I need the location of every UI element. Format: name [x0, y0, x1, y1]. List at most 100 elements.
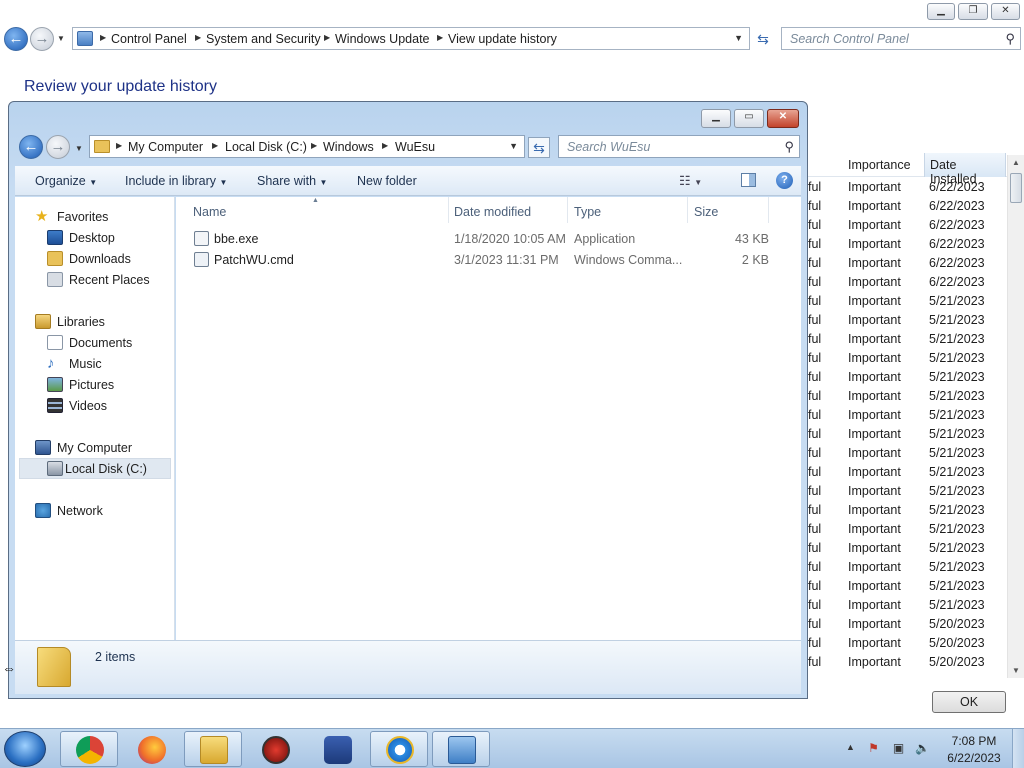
column-header-name[interactable]: Name [193, 205, 226, 219]
recent-pages-dropdown-icon[interactable]: ▼ [75, 144, 83, 153]
taskbar-app-red[interactable] [246, 731, 304, 767]
search-icon[interactable]: ⚲ [1005, 31, 1015, 47]
breadcrumb-windows[interactable]: Windows [323, 140, 374, 154]
refresh-icon[interactable]: ⇆ [528, 137, 550, 158]
taskbar-firefox[interactable] [122, 731, 180, 767]
column-header-date-modified[interactable]: Date modified [454, 205, 531, 219]
back-button[interactable]: ← [4, 27, 28, 51]
breadcrumb-view-update-history[interactable]: View update history [448, 32, 557, 46]
table-row[interactable]: ful Important 5/21/2023 [806, 311, 1006, 330]
address-dropdown-icon[interactable]: ▼ [509, 141, 518, 151]
search-icon[interactable]: ⚲ [784, 139, 794, 155]
breadcrumb-windows-update[interactable]: Windows Update [335, 32, 430, 46]
column-divider[interactable] [768, 197, 769, 223]
vertical-scrollbar[interactable]: ▲ ▼ [1007, 155, 1024, 678]
show-hidden-icons-icon[interactable]: ▲ [846, 742, 855, 752]
table-row[interactable]: ful Important 5/21/2023 [806, 463, 1006, 482]
search-input[interactable]: Search Control Panel ⚲ [781, 27, 1021, 50]
preview-pane-icon[interactable] [741, 173, 756, 187]
nav-music[interactable]: ♪ Music [47, 354, 174, 374]
nav-pictures[interactable]: Pictures [47, 375, 174, 395]
table-row[interactable]: ful Important 5/21/2023 [806, 577, 1006, 596]
maximize-button[interactable]: ▭ [734, 109, 764, 128]
action-center-flag-icon[interactable]: ⚑ [866, 741, 881, 756]
breadcrumb-separator-icon[interactable]: ▶ [100, 33, 106, 42]
address-bar[interactable]: ▶ My Computer ▶ Local Disk (C:) ▶ Window… [89, 135, 525, 158]
table-row[interactable]: ful Important 5/20/2023 [806, 615, 1006, 634]
close-button[interactable]: ✕ [767, 109, 799, 128]
table-row[interactable]: ful Important 5/21/2023 [806, 482, 1006, 501]
table-row[interactable]: ful Important 5/21/2023 [806, 425, 1006, 444]
back-button[interactable]: ← [19, 135, 43, 159]
table-row[interactable]: ful Important 6/22/2023 [806, 254, 1006, 273]
share-with-menu[interactable]: Share with ▼ [257, 174, 327, 188]
column-header-date-installed[interactable]: ▼ Date Installed [924, 153, 1006, 186]
breadcrumb-separator-icon[interactable]: ▶ [437, 33, 443, 42]
forward-button[interactable]: → [46, 135, 70, 159]
column-divider[interactable] [687, 197, 688, 223]
taskbar-internet-explorer[interactable] [370, 731, 428, 767]
breadcrumb-local-disk[interactable]: Local Disk (C:) [225, 140, 307, 154]
file-row-bbe-exe[interactable]: bbe.exe 1/18/2020 10:05 AM Application 4… [190, 229, 770, 249]
breadcrumb-wuesu[interactable]: WuEsu [395, 140, 435, 154]
refresh-icon[interactable]: ⇆ [752, 29, 774, 50]
column-header-type[interactable]: Type [574, 205, 601, 219]
minimize-button[interactable]: ▁ [927, 3, 955, 20]
table-row[interactable]: ful Important 6/22/2023 [806, 273, 1006, 292]
network-status-icon[interactable]: ▣ [891, 741, 906, 756]
table-row[interactable]: ful Important 5/21/2023 [806, 330, 1006, 349]
breadcrumb-separator-icon[interactable]: ▶ [212, 141, 218, 150]
nav-documents[interactable]: Documents [47, 333, 174, 353]
table-row[interactable]: ful Important 5/20/2023 [806, 653, 1006, 672]
table-row[interactable]: ful Important 5/21/2023 [806, 596, 1006, 615]
new-folder-button[interactable]: New folder [357, 174, 417, 188]
column-header-size[interactable]: Size [694, 205, 718, 219]
table-row[interactable]: ful Important 5/21/2023 [806, 387, 1006, 406]
address-bar[interactable]: ▶ Control Panel ▶ System and Security ▶ … [72, 27, 750, 50]
breadcrumb-my-computer[interactable]: My Computer [128, 140, 203, 154]
file-row-patchwu-cmd[interactable]: PatchWU.cmd 3/1/2023 11:31 PM Windows Co… [190, 250, 770, 270]
change-view-icon[interactable]: ☷ ▼ [679, 173, 702, 189]
show-desktop-button[interactable] [1012, 729, 1024, 768]
include-in-library-menu[interactable]: Include in library ▼ [125, 174, 227, 188]
clock-date[interactable]: 6/22/2023 [944, 751, 1004, 765]
help-icon[interactable]: ? [776, 172, 793, 189]
close-button[interactable]: ✕ [991, 3, 1020, 20]
breadcrumb-separator-icon[interactable]: ▶ [116, 141, 122, 150]
taskbar-chrome[interactable] [60, 731, 118, 767]
nav-videos[interactable]: Videos [47, 396, 174, 416]
column-header-importance[interactable]: Importance [848, 158, 911, 172]
column-divider[interactable] [567, 197, 568, 223]
address-dropdown-icon[interactable]: ▼ [734, 33, 743, 43]
table-row[interactable]: ful Important 5/21/2023 [806, 520, 1006, 539]
organize-menu[interactable]: Organize ▼ [35, 174, 97, 188]
nav-favorites[interactable]: ★ Favorites [35, 207, 174, 227]
breadcrumb-separator-icon[interactable]: ▶ [382, 141, 388, 150]
table-row[interactable]: ful Important 5/21/2023 [806, 368, 1006, 387]
restore-button[interactable]: ❐ [958, 3, 988, 20]
taskbar-app-blue[interactable] [308, 731, 366, 767]
table-row[interactable]: ful Important 5/21/2023 [806, 558, 1006, 577]
clock-time[interactable]: 7:08 PM [950, 734, 998, 748]
table-row[interactable]: ful Important 6/22/2023 [806, 216, 1006, 235]
taskbar-file-explorer[interactable] [184, 731, 242, 767]
table-row[interactable]: ful Important 6/22/2023 [806, 178, 1006, 197]
breadcrumb-system-and-security[interactable]: System and Security [206, 32, 321, 46]
scrollbar-thumb[interactable] [1010, 173, 1022, 203]
breadcrumb-control-panel[interactable]: Control Panel [111, 32, 187, 46]
minimize-button[interactable]: ▁ [701, 109, 731, 128]
scroll-up-icon[interactable]: ▲ [1012, 158, 1020, 167]
nav-local-disk[interactable]: Local Disk (C:) [19, 458, 171, 479]
nav-downloads[interactable]: Downloads [47, 249, 174, 269]
ok-button[interactable]: OK [932, 691, 1006, 713]
breadcrumb-separator-icon[interactable]: ▶ [195, 33, 201, 42]
recent-pages-dropdown-icon[interactable]: ▼ [57, 34, 65, 43]
table-row[interactable]: ful Important 5/20/2023 [806, 634, 1006, 653]
start-button[interactable] [4, 731, 46, 767]
breadcrumb-separator-icon[interactable]: ▶ [324, 33, 330, 42]
volume-muted-icon[interactable]: 🔈 [915, 741, 930, 756]
table-row[interactable]: ful Important 5/21/2023 [806, 349, 1006, 368]
breadcrumb-separator-icon[interactable]: ▶ [311, 141, 317, 150]
table-row[interactable]: ful Important 5/21/2023 [806, 292, 1006, 311]
forward-button[interactable]: → [30, 27, 54, 51]
